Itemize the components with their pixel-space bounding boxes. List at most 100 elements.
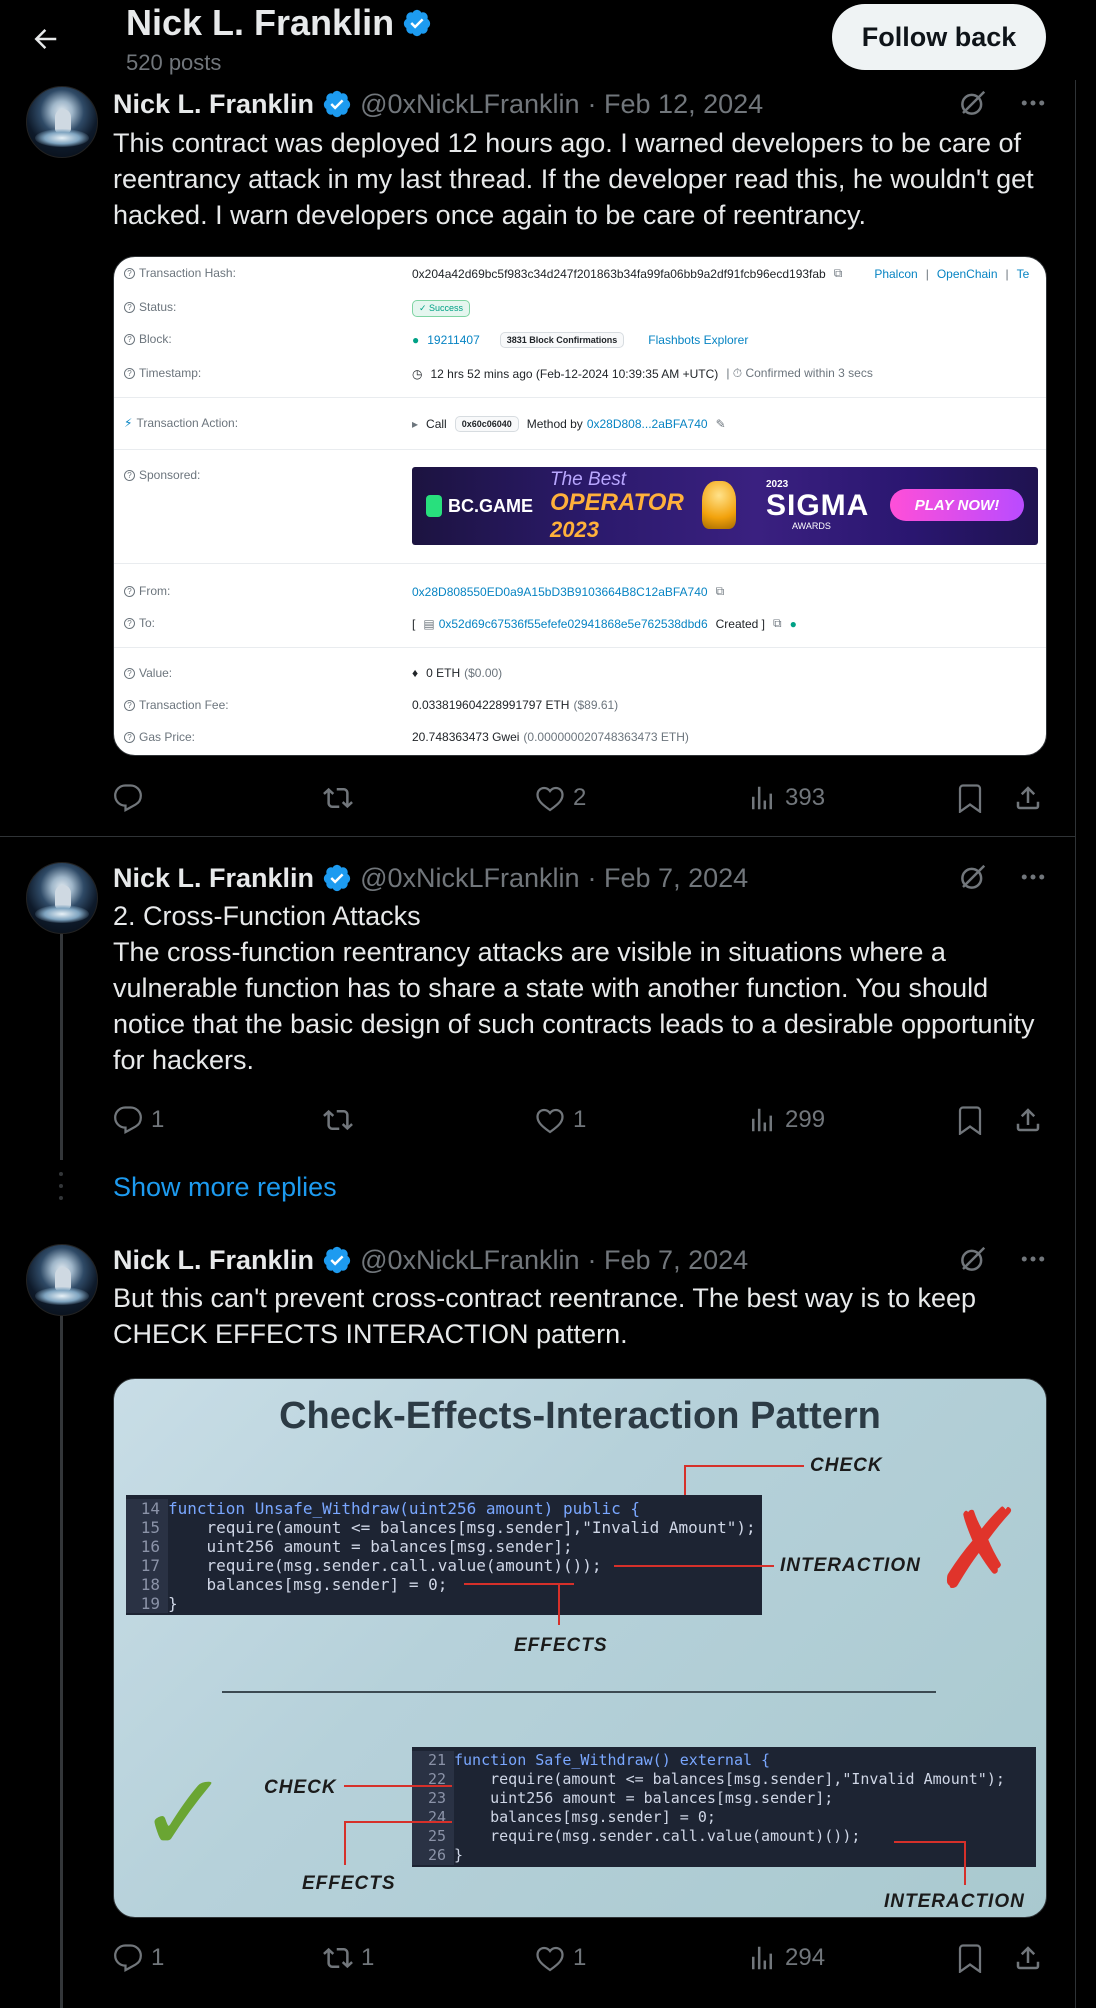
unsafe-code-block: 14 function Unsafe_Withdraw(uint256 amoun… xyxy=(126,1495,762,1615)
profile-name: Nick L. Franklin xyxy=(126,2,395,43)
copy-icon[interactable]: ⧉ xyxy=(716,584,725,599)
author-name[interactable]: Nick L. Franklin xyxy=(113,1245,314,1276)
more-icon[interactable] xyxy=(1018,88,1048,118)
tweet-header: Nick L. Franklin @0xNickLFranklin · Feb … xyxy=(113,1242,748,1278)
pattern-title: Check-Effects-Interaction Pattern xyxy=(279,1395,881,1437)
reply-button[interactable] xyxy=(113,778,151,818)
repost-button[interactable] xyxy=(323,778,361,818)
back-button[interactable] xyxy=(24,18,66,60)
code-line: 18 balances[msg.sender] = 0; xyxy=(126,1575,762,1594)
tx-confirm-note: | ⏱ Confirmed within 3 secs xyxy=(726,366,873,380)
tx-fee: 0.033819604228991797 ETH xyxy=(412,698,570,712)
views-icon xyxy=(752,786,772,810)
grok-icon[interactable] xyxy=(958,862,988,892)
grok-icon[interactable] xyxy=(958,1244,988,1274)
flashbots-link[interactable]: Flashbots Explorer xyxy=(648,333,748,347)
safe-code-block: 21 function Safe_Withdraw() external { 22… xyxy=(412,1747,1036,1867)
avatar[interactable] xyxy=(26,86,98,158)
author-handle[interactable]: @0xNickLFranklin xyxy=(360,863,579,894)
bookmark-button[interactable] xyxy=(955,1100,985,1140)
follow-back-button[interactable]: Follow back xyxy=(832,4,1046,70)
phalcon-link[interactable]: Phalcon xyxy=(874,267,917,281)
play-now-button[interactable]: PLAY NOW! xyxy=(890,489,1024,521)
avatar[interactable] xyxy=(26,1244,98,1316)
repost-button[interactable] xyxy=(323,1100,361,1140)
code-line: 23 uint256 amount = balances[msg.sender]… xyxy=(412,1789,1036,1808)
share-button[interactable] xyxy=(1013,1938,1043,1978)
tx-block-row: ? Block: ● 19211407 3831 Block Confirmation… xyxy=(114,325,1046,355)
banner-sigma: SIGMA xyxy=(766,489,870,522)
views-button[interactable]: 299 xyxy=(747,1100,825,1140)
tx-status-label: Status: xyxy=(139,300,177,314)
more-icon[interactable] xyxy=(1018,862,1048,892)
like-button[interactable]: 2 xyxy=(535,778,586,818)
bookmark-button[interactable] xyxy=(955,1938,985,1978)
author-name[interactable]: Nick L. Franklin xyxy=(113,89,314,120)
tweet-date[interactable]: · Feb 12, 2024 xyxy=(588,89,764,120)
views-button[interactable]: 294 xyxy=(747,1938,825,1978)
banner-line1: The Best xyxy=(550,469,627,490)
action-address-link[interactable]: 0x28D808...2aBFA740 xyxy=(587,417,708,431)
code-line: 16 uint256 amount = balances[msg.sender]… xyxy=(126,1537,762,1556)
label-check-top: CHECK xyxy=(810,1455,883,1476)
more-icon[interactable] xyxy=(1018,1244,1048,1274)
tweet-actions: 1 1 299 xyxy=(113,1100,1053,1140)
transaction-screenshot[interactable]: ? Transaction Hash: 0x204a42d69bc5f983c34… xyxy=(113,256,1047,756)
verified-icon xyxy=(323,1246,351,1274)
repost-icon xyxy=(323,1109,353,1131)
sponsored-banner[interactable]: BC.GAME The Best OPERATOR 2023 2023 SIGM… xyxy=(412,467,1038,545)
copy-icon[interactable]: ⧉ xyxy=(773,616,782,631)
to-address-link[interactable]: 0x52d69c67536f55efefe02941868e5e762538db… xyxy=(439,617,708,631)
code-line: 22 require(amount <= balances[msg.sender… xyxy=(412,1770,1036,1789)
block-link[interactable]: 19211407 xyxy=(427,333,480,347)
tx-value-row: ? Value: ♦ 0 ETH ($0.00) xyxy=(114,659,1046,689)
verified-icon xyxy=(403,9,431,37)
bookmark-icon xyxy=(958,1944,982,1973)
reply-button[interactable]: 1 xyxy=(113,1938,164,1978)
author-handle[interactable]: @0xNickLFranklin xyxy=(360,1245,579,1276)
like-button[interactable]: 1 xyxy=(535,1938,586,1978)
to-created: Created ] xyxy=(715,616,765,631)
repost-icon xyxy=(323,787,353,809)
tx-hash: 0x204a42d69bc5f983c34d247f201863b34fa99f… xyxy=(412,266,826,281)
like-icon xyxy=(536,786,564,812)
code-line: 25 require(msg.sender.call.value(amount)… xyxy=(412,1827,1036,1846)
author-name[interactable]: Nick L. Franklin xyxy=(113,863,314,894)
grok-icon[interactable] xyxy=(958,88,988,118)
tx-gas-eth: (0.000000020748363473 ETH) xyxy=(523,730,689,744)
tweet-actions: 1 1 1 294 xyxy=(113,1938,1053,1978)
author-handle[interactable]: @0xNickLFranklin xyxy=(360,89,579,120)
tweet-2[interactable]: Nick L. Franklin @0xNickLFranklin · Feb … xyxy=(0,836,1076,1166)
label-effects-top: EFFECTS xyxy=(514,1635,608,1656)
tx-gas-row: ? Gas Price: 20.748363473 Gwei (0.00000002… xyxy=(114,723,1046,753)
avatar[interactable] xyxy=(26,862,98,934)
tx-value-usd: ($0.00) xyxy=(464,666,503,680)
like-icon xyxy=(536,1108,564,1134)
confirmations-badge: 3831 Block Confirmations xyxy=(499,332,625,348)
copy-icon[interactable]: ⧉ xyxy=(834,266,843,281)
share-button[interactable] xyxy=(1013,778,1043,818)
verified-icon xyxy=(323,864,351,892)
cei-pattern-image[interactable]: Check-Effects-Interaction Pattern CHECK … xyxy=(113,1378,1047,1918)
views-icon xyxy=(752,1946,772,1970)
tweet-date[interactable]: · Feb 7, 2024 xyxy=(588,1245,749,1276)
bookmark-button[interactable] xyxy=(955,778,985,818)
code-line: 21 function Safe_Withdraw() external { xyxy=(412,1751,1036,1770)
reply-count: 1 xyxy=(151,1106,165,1133)
repost-icon xyxy=(323,1947,353,1969)
tweet-date[interactable]: · Feb 7, 2024 xyxy=(588,863,749,894)
reply-button[interactable]: 1 xyxy=(113,1100,164,1140)
share-button[interactable] xyxy=(1013,1100,1043,1140)
tweet-1[interactable]: Nick L. Franklin @0xNickLFranklin · Feb … xyxy=(0,0,1076,836)
from-address-link[interactable]: 0x28D808550ED0a9A15bD3B9103664B8C12aBFA7… xyxy=(412,585,708,599)
openchain-link[interactable]: OpenChain xyxy=(937,267,998,281)
views-button[interactable]: 393 xyxy=(747,778,825,818)
like-button[interactable]: 1 xyxy=(535,1100,586,1140)
tweet-text: 2. Cross-Function Attacks The cross-func… xyxy=(113,901,1035,1075)
tx-action-row: ⚡ Transaction Action: ▸ Call 0x60c06040 Meth… xyxy=(124,416,726,432)
repost-button[interactable]: 1 xyxy=(323,1938,374,1978)
show-more-replies-link[interactable]: Show more replies xyxy=(113,1172,337,1203)
tx-gas: 20.748363473 Gwei xyxy=(412,730,520,744)
view-count: 299 xyxy=(785,1106,826,1133)
share-icon xyxy=(1016,1108,1040,1132)
